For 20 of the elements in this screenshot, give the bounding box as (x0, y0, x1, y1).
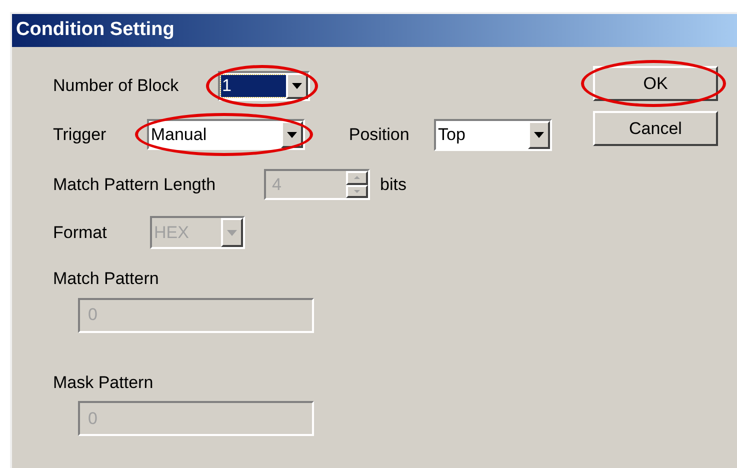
field-label: Number of Block (53, 76, 179, 96)
field-label: Mask Pattern (53, 372, 154, 394)
dropdown[interactable]: 1 (218, 71, 310, 101)
field-label: Position (348, 124, 410, 144)
up-arrow-icon (354, 176, 360, 180)
field-label: Trigger (53, 124, 106, 144)
unit-label: bits (380, 174, 406, 196)
down-arrow-icon (354, 190, 360, 193)
field-label: Format (53, 222, 107, 242)
dropdown[interactable]: Manual (146, 119, 305, 150)
dropdown[interactable]: Top (434, 118, 552, 150)
dropdown-arrow-icon (227, 230, 237, 236)
field-label: Match Pattern Length (53, 174, 216, 194)
dropdown-arrow-icon (292, 83, 302, 89)
dialog-button[interactable]: Cancel (593, 111, 718, 146)
dropdown-arrow-icon (286, 132, 297, 138)
field-label: Match Pattern (53, 268, 159, 290)
dropdown-arrow-icon (534, 132, 544, 138)
dialog-button[interactable]: OK (593, 66, 718, 101)
window-title: Condition Setting (16, 18, 174, 42)
